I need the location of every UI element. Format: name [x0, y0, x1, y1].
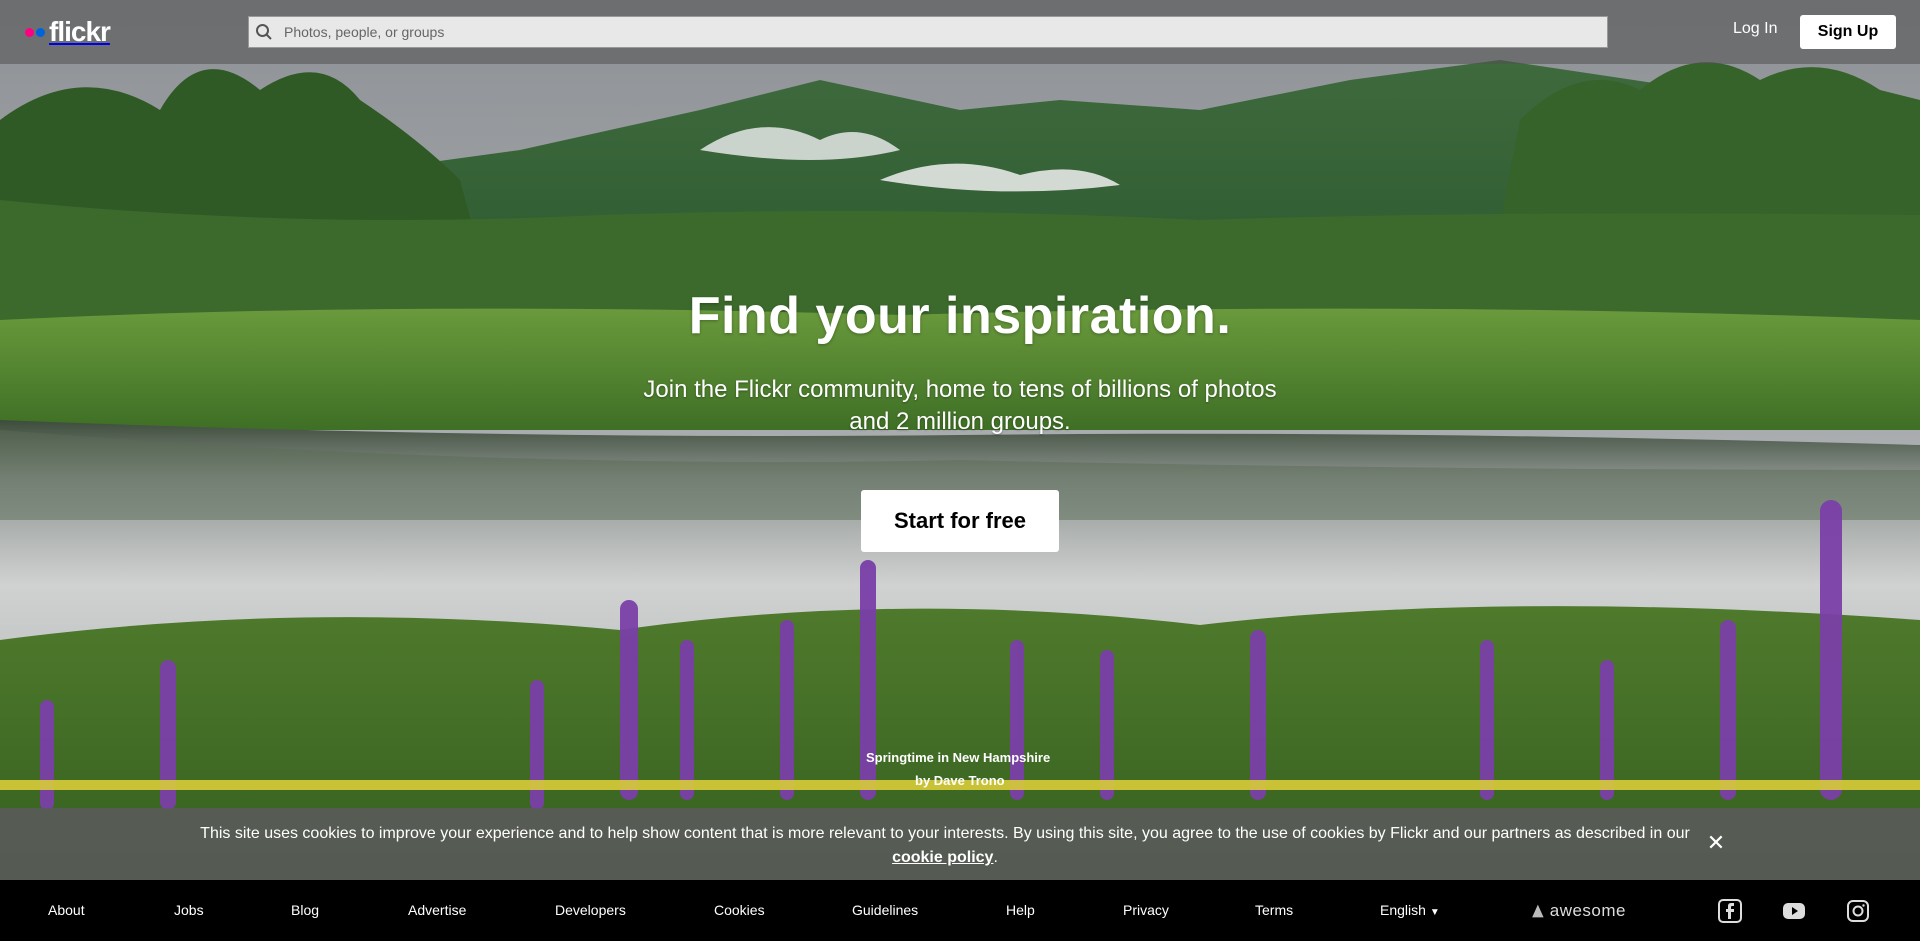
smugmug-awesome-link[interactable]: awesome — [1530, 898, 1626, 924]
top-navigation-bar: flickr Log In Sign Up — [0, 0, 1920, 64]
instagram-link[interactable] — [1846, 899, 1870, 923]
start-for-free-button[interactable]: Start for free — [861, 490, 1059, 552]
close-icon: ✕ — [1706, 831, 1726, 856]
pink-dot — [25, 27, 34, 37]
menu-item[interactable] — [146, 16, 248, 48]
cookie-text: This site uses cookies to improve your e… — [200, 825, 1690, 842]
close-button[interactable]: ✕ — [1706, 831, 1726, 856]
instagram-icon — [1847, 900, 1869, 922]
search-icon — [256, 24, 272, 40]
footer-link-privacy[interactable]: Privacy — [1123, 902, 1169, 918]
landscape-illustration — [0, 0, 1920, 941]
awesome-label: awesome — [1549, 901, 1626, 920]
flickr-dots-icon — [25, 27, 45, 37]
youtube-icon — [1783, 903, 1805, 919]
footer-link-blog[interactable]: Blog — [291, 902, 319, 918]
chevron-down-icon: ▼ — [1429, 907, 1440, 918]
footer-link-jobs[interactable]: Jobs — [174, 902, 204, 918]
language-selector[interactable]: English ▼ — [1380, 902, 1440, 918]
hero-title: Find your inspiration. — [688, 287, 1232, 345]
blue-dot — [36, 27, 45, 37]
footer-link-help[interactable]: Help — [1006, 902, 1035, 918]
cookie-banner: This site uses cookies to improve your e… — [0, 808, 1920, 880]
footer-link-advertise[interactable]: Advertise — [408, 902, 466, 918]
facebook-icon — [1718, 899, 1742, 923]
photo-author-link[interactable]: by Dave Trono — [915, 773, 1005, 788]
hero-subtitle: Join the Flickr community, home to tens … — [643, 376, 1277, 435]
footer: About Jobs Blog Advertise Developers Coo… — [0, 880, 1920, 941]
cookie-message: This site uses cookies to improve your e… — [200, 822, 1690, 870]
youtube-link[interactable] — [1782, 899, 1806, 923]
logo-wordmark: flickr — [49, 16, 111, 47]
photo-title-link[interactable]: Springtime in New Hampshire — [866, 750, 1050, 765]
hero-background-photo — [0, 0, 1920, 941]
cookie-trailing: . — [993, 849, 998, 866]
footer-link-guidelines[interactable]: Guidelines — [852, 902, 918, 918]
signup-button[interactable]: Sign Up — [1800, 15, 1896, 49]
smugmug-logo-icon — [1532, 904, 1544, 918]
flickr-logo-link[interactable]: flickr — [25, 9, 121, 55]
footer-link-terms[interactable]: Terms — [1255, 902, 1293, 918]
footer-link-about[interactable]: About — [48, 902, 85, 918]
search-input[interactable] — [284, 18, 1604, 46]
footer-link-cookies[interactable]: Cookies — [714, 902, 765, 918]
login-link[interactable]: Log In — [1733, 20, 1777, 38]
footer-link-developers[interactable]: Developers — [555, 902, 626, 918]
search-button[interactable] — [250, 18, 278, 46]
header-menu-area[interactable] — [1608, 16, 1708, 48]
cookie-policy-link[interactable]: cookie policy — [892, 849, 993, 866]
facebook-link[interactable] — [1718, 899, 1742, 923]
language-label: English — [1380, 902, 1426, 918]
